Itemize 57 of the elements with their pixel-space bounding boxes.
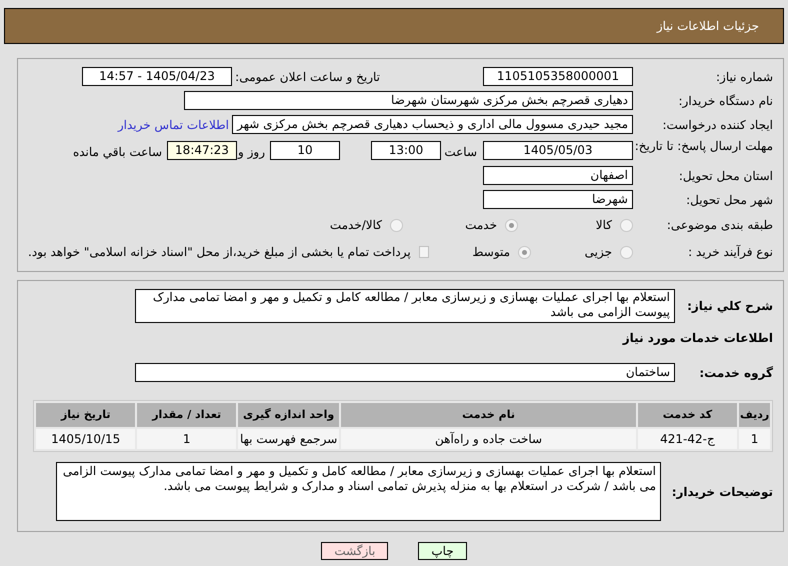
field-label: طبقه بندی موضوعی: bbox=[666, 217, 773, 234]
radio-label: کالا bbox=[596, 217, 612, 234]
table-cell: 1405/10/15 bbox=[36, 429, 136, 449]
radio-label: متوسط bbox=[472, 244, 510, 261]
table-cell: 1 bbox=[137, 429, 236, 449]
field-label: نام دستگاه خریدار: bbox=[678, 92, 773, 110]
field-label: شهر محل تحویل: bbox=[685, 192, 773, 208]
column-header: تاریخ نیاز bbox=[36, 403, 136, 427]
service-group-field[interactable]: ساختمان bbox=[135, 363, 675, 382]
field-label: مهلت ارسال پاسخ: تا تاریخ: bbox=[634, 139, 773, 154]
radio-button[interactable] bbox=[620, 246, 633, 258]
remaining-label: ساعت باقي مانده bbox=[72, 144, 162, 161]
section-title: اطلاعات خدمات مورد نياز bbox=[622, 330, 773, 347]
days-label: روز و bbox=[237, 144, 265, 161]
field-label: تاریخ و ساعت اعلان عمومی: bbox=[234, 68, 380, 86]
time-label: ساعت bbox=[443, 144, 477, 161]
radio-button[interactable] bbox=[390, 218, 403, 232]
field-label: ایجاد کننده درخواست: bbox=[661, 116, 773, 134]
table-cell: 1 bbox=[739, 429, 770, 449]
table-cell: سرجمع فهرست بها bbox=[238, 429, 340, 449]
buyer-org-field[interactable]: دهیاری قصرچم بخش مرکزی شهرستان شهرضا bbox=[184, 91, 633, 110]
payment-note: پرداخت تمام یا بخشی از مبلغ خرید،از محل "اسناد خزانه اسلامی" خواهد بود. bbox=[28, 244, 411, 261]
field-label: شماره نیاز: bbox=[715, 68, 773, 86]
field-label: شرح کلي نياز: bbox=[686, 298, 773, 315]
radio-button[interactable] bbox=[518, 246, 532, 258]
radio-button[interactable] bbox=[620, 218, 633, 232]
column-header: نام خدمت bbox=[341, 403, 636, 427]
field-label: نوع فرآیند خرید : bbox=[687, 244, 773, 261]
announce-date-field[interactable]: 1405/04/23 - 14:57 bbox=[82, 67, 232, 86]
checkbox[interactable] bbox=[418, 246, 430, 258]
radio-label: کالا/خدمت bbox=[330, 217, 382, 234]
description-field[interactable]: استعلام بها اجرای عملیات بهسازی و زیرسازی معابر / مطالعه کامل و تکمیل و مهر و امضا تمامی مدارک پیوست الزامی می باشد bbox=[135, 289, 675, 323]
radio-label: خدمت bbox=[465, 217, 497, 234]
column-header: کد خدمت bbox=[638, 403, 738, 427]
radio-button[interactable] bbox=[505, 218, 518, 232]
field-label: استان محل تحویل: bbox=[678, 168, 773, 184]
print-button[interactable]: چاپ bbox=[418, 542, 467, 560]
column-header: ردیف bbox=[739, 403, 770, 427]
province-field[interactable]: اصفهان bbox=[483, 166, 633, 185]
deadline-time-field[interactable]: 13:00 bbox=[371, 141, 441, 160]
radio-label: جزیی bbox=[584, 244, 612, 261]
remaining-time-field: 18:47:23 bbox=[167, 141, 237, 160]
table-cell: ساخت جاده و راه‌آهن bbox=[341, 429, 636, 449]
city-field[interactable]: شهرضا bbox=[483, 190, 633, 209]
back-button[interactable]: بازگشت bbox=[321, 542, 388, 560]
field-label: گروه خدمت: bbox=[698, 364, 773, 382]
table-cell: ج-42-421 bbox=[638, 429, 738, 449]
buyer-contact-link[interactable]: اطلاعات تماس خریدار bbox=[118, 116, 229, 134]
field-label: توضیحات خریدار: bbox=[670, 484, 773, 500]
page-title: جزئیات اطلاعات نیاز bbox=[656, 18, 759, 35]
column-header: تعداد / مقدار bbox=[137, 403, 236, 427]
column-header: واحد اندازه گیری bbox=[238, 403, 340, 427]
days-field[interactable]: 10 bbox=[270, 141, 340, 160]
deadline-date-field[interactable]: 1405/05/03 bbox=[483, 141, 633, 160]
requester-field[interactable]: مجید حیدری مسوول مالی اداری و ذیحساب دهیاری قصرچم بخش مرکزی شهر bbox=[232, 115, 633, 134]
need-number-field[interactable]: 1105105358000001 bbox=[483, 67, 633, 86]
buyer-notes-field[interactable]: استعلام بها اجرای عملیات بهسازی و زیرسازی معابر / مطالعه کامل و تکمیل و مهر و امضا تمامی مدارک پیوست الزامی می باشد / شرکت در استعلام بها به منزله پذیرش تمامی اسناد و مدارک و شرایط پیوست می باشد. bbox=[56, 462, 661, 521]
